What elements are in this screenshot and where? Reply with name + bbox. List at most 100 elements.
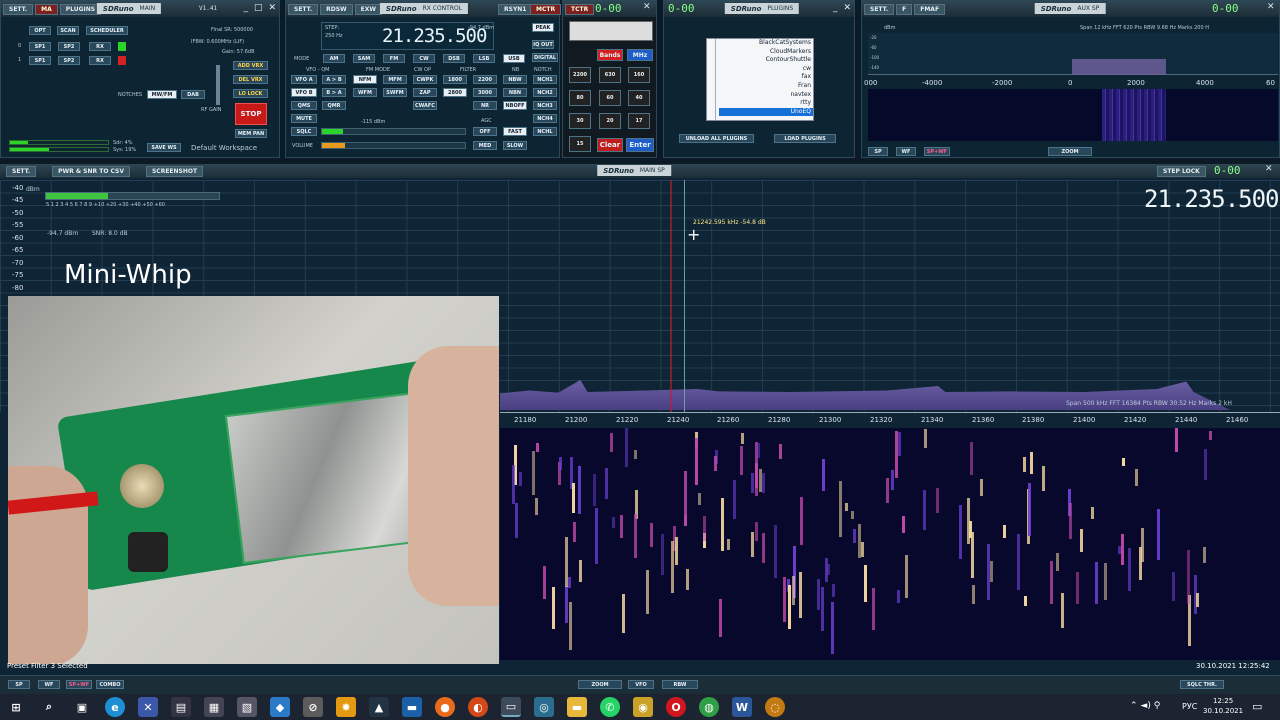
filter-2800-button[interactable]: 2800 <box>443 88 467 97</box>
store-icon[interactable]: ▤ <box>171 697 191 717</box>
key-15[interactable]: 15 <box>569 136 591 152</box>
key-160[interactable]: 160 <box>628 67 650 83</box>
app-icon[interactable]: ◎ <box>534 697 554 717</box>
chrome-icon[interactable]: ◍ <box>699 697 719 717</box>
cwpk-button[interactable]: CWPK <box>413 75 437 84</box>
mute-button[interactable]: MUTE <box>291 114 317 123</box>
wfm-button[interactable]: WFM <box>353 88 377 97</box>
tray-icons[interactable]: ⌃ ◄) ⚲ <box>1130 701 1160 711</box>
sp-button[interactable]: SP <box>8 680 30 689</box>
close-icon[interactable]: ✕ <box>1267 2 1275 12</box>
step-lock-button[interactable]: STEP LOCK <box>1157 165 1206 177</box>
mw-fm-button[interactable]: MW/FM <box>147 90 177 99</box>
mode-fm[interactable]: FM <box>383 54 405 63</box>
tab-ma[interactable]: MA <box>35 3 58 15</box>
opera-icon[interactable]: O <box>666 697 686 717</box>
wf-button[interactable]: WF <box>38 680 60 689</box>
sp2-button-2[interactable]: SP2 <box>58 56 80 65</box>
filter-1800-button[interactable]: 1800 <box>443 75 467 84</box>
tab-f[interactable]: F <box>896 3 913 15</box>
plugin-item[interactable]: rtty <box>707 99 813 108</box>
app-icon[interactable]: ▬ <box>402 697 422 717</box>
save-ws-button[interactable]: SAVE WS <box>147 143 181 152</box>
app-icon[interactable]: ▲ <box>369 697 389 717</box>
clock-date[interactable]: 30.10.2021 <box>1203 707 1243 715</box>
waterfall-display[interactable] <box>500 428 1280 660</box>
word-icon[interactable]: W <box>732 697 752 717</box>
digital-button[interactable]: DIGITAL <box>532 53 558 62</box>
mhz-button[interactable]: MHz <box>627 49 653 61</box>
rx-button[interactable]: RX <box>89 42 111 51</box>
stop-button[interactable]: STOP <box>235 103 267 125</box>
mode-dsb[interactable]: DSB <box>443 54 465 63</box>
plugin-item[interactable]: cw <box>707 65 813 74</box>
close-icon[interactable]: ✕ <box>268 3 276 13</box>
minimize-icon[interactable]: _ <box>833 3 838 13</box>
sqlc-button[interactable]: SQLC <box>291 127 317 136</box>
tab-sett[interactable]: SETT. <box>288 3 319 15</box>
mem-pan-button[interactable]: MEM PAN <box>235 129 267 138</box>
aux-spwf-button[interactable]: SP+WF <box>924 147 950 156</box>
tab-mctr[interactable]: MCTR <box>530 3 562 15</box>
aux-zoom-control[interactable]: ZOOM <box>1048 147 1092 156</box>
key-40[interactable]: 40 <box>628 90 650 106</box>
a-to-b-button[interactable]: A > B <box>322 75 346 84</box>
mode-sam[interactable]: SAM <box>353 54 375 63</box>
mode-lsb[interactable]: LSB <box>473 54 495 63</box>
rbw-control[interactable]: RBW <box>662 680 698 689</box>
enter-button[interactable]: Enter <box>626 138 654 152</box>
agc-slow-button[interactable]: SLOW <box>503 141 527 150</box>
vfo-b-button[interactable]: VFO B <box>291 88 317 97</box>
nch4-button[interactable]: NCH4 <box>533 114 557 123</box>
rf-gain-slider[interactable] <box>216 65 220 105</box>
notification-icon[interactable]: ▭ <box>1252 700 1262 713</box>
plugin-item[interactable]: BlackCatSystems <box>707 39 813 48</box>
key-80[interactable]: 80 <box>569 90 591 106</box>
app-icon[interactable]: ◐ <box>468 697 488 717</box>
tab-plugins[interactable]: PLUGINS <box>59 3 102 15</box>
whatsapp-icon[interactable]: ✆ <box>600 697 620 717</box>
key-630[interactable]: 630 <box>599 67 621 83</box>
vfo-a-button[interactable]: VFO A <box>291 75 317 84</box>
iq-out-button[interactable]: IQ OUT <box>532 40 554 49</box>
aux-spectrum[interactable] <box>868 33 1278 75</box>
window-controls[interactable]: _ □ ✕ <box>243 3 276 13</box>
qms-button[interactable]: QMS <box>291 101 317 110</box>
sp1-button-2[interactable]: SP1 <box>29 56 51 65</box>
mode-usb[interactable]: USB <box>503 54 525 63</box>
mode-am[interactable]: AM <box>323 54 345 63</box>
firefox-icon[interactable]: ● <box>435 697 455 717</box>
spwf-button[interactable]: SP+WF <box>66 680 92 689</box>
maximize-icon[interactable]: □ <box>254 3 263 13</box>
nr-button[interactable]: NR <box>473 101 497 110</box>
add-vrx-button[interactable]: ADD VRX <box>233 61 268 70</box>
app-icon[interactable]: ⊘ <box>303 697 323 717</box>
app-icon[interactable]: ◆ <box>270 697 290 717</box>
opt-button[interactable]: OPT <box>29 26 51 35</box>
language-indicator[interactable]: РУС <box>1182 702 1197 711</box>
del-vrx-button[interactable]: DEL VRX <box>233 75 268 84</box>
plugin-item[interactable]: navtex <box>707 91 813 100</box>
window-controls[interactable]: _ ✕ <box>833 3 851 13</box>
edge-icon[interactable]: e <box>105 697 125 717</box>
minimize-icon[interactable]: _ <box>243 3 248 13</box>
nchl-button[interactable]: NCHL <box>533 127 557 136</box>
sqlc-thr-button[interactable]: SQLC THR. <box>1180 680 1224 689</box>
folder-icon[interactable]: ▬ <box>567 697 587 717</box>
dab-button[interactable]: DAB <box>181 90 205 99</box>
filter-2200-button[interactable]: 2200 <box>473 75 497 84</box>
load-plugins-button[interactable]: LOAD PLUGINS <box>774 134 836 143</box>
nch3-button[interactable]: NCH3 <box>533 101 557 110</box>
agc-fast-button[interactable]: FAST <box>503 127 527 136</box>
key-17[interactable]: 17 <box>628 113 650 129</box>
nboff-button[interactable]: NBOFF <box>503 101 527 110</box>
list-scrollbar[interactable] <box>707 39 716 120</box>
key-30[interactable]: 30 <box>569 113 591 129</box>
app-icon[interactable]: ◉ <box>633 697 653 717</box>
clock-time[interactable]: 12:25 <box>1213 697 1233 705</box>
key-60[interactable]: 60 <box>599 90 621 106</box>
nch1-button[interactable]: NCH1 <box>533 75 557 84</box>
close-icon[interactable]: ✕ <box>843 3 851 13</box>
filter-3000-button[interactable]: 3000 <box>473 88 497 97</box>
app-icon[interactable]: ✸ <box>336 697 356 717</box>
